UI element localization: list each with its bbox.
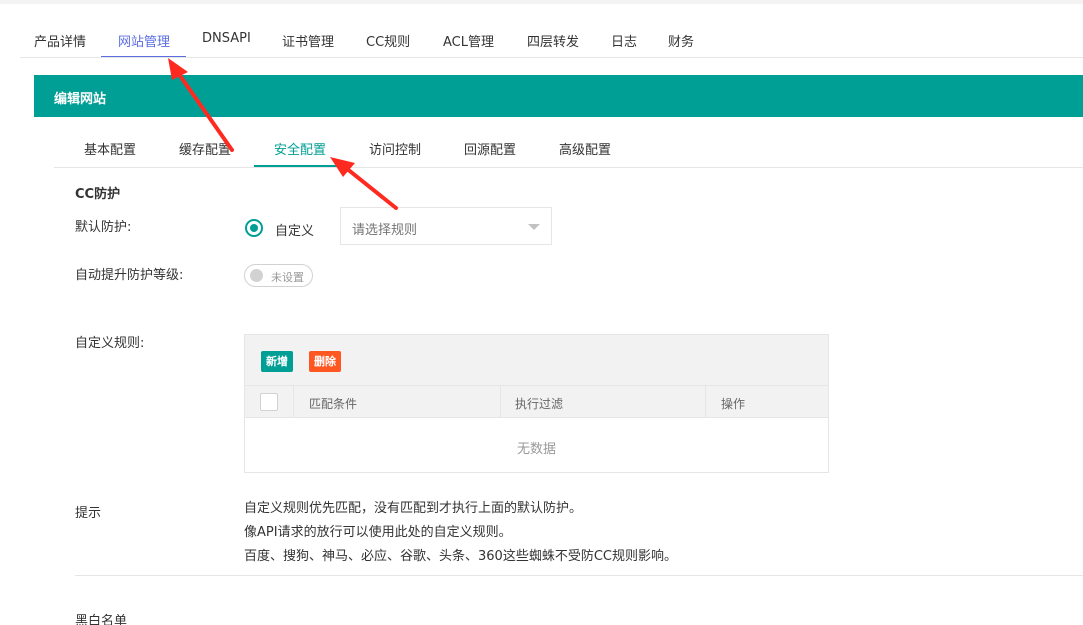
select-all-checkbox[interactable] — [260, 393, 278, 411]
card-header: 编辑网站 — [34, 75, 1083, 117]
tip-line: 百度、搜狗、神马、必应、谷歌、头条、360这些蜘蛛不受防CC规则影响。 — [244, 549, 677, 564]
tip-line: 像API请求的放行可以使用此处的自定义规则。 — [244, 525, 512, 540]
top-tab-cc-rules[interactable]: CC规则 — [366, 31, 410, 50]
column-header-actions: 操作 — [721, 397, 746, 411]
top-tab-dnsapi[interactable]: DNSAPI — [202, 31, 251, 46]
add-rule-button[interactable]: 新增 — [261, 351, 293, 372]
custom-rules-label: 自定义规则: — [75, 336, 145, 351]
rule-select[interactable]: 请选择规则 — [340, 207, 552, 245]
switch-knob — [250, 269, 263, 282]
tips-label: 提示 — [75, 506, 102, 521]
sub-tab-access-control[interactable]: 访问控制 — [369, 139, 421, 158]
top-strip — [0, 0, 1083, 4]
top-tab-certificates[interactable]: 证书管理 — [282, 31, 334, 50]
blackwhite-section-title: 黑白名单 — [75, 614, 128, 625]
top-tab-acl[interactable]: ACL管理 — [443, 31, 494, 50]
column-divider — [705, 386, 706, 417]
table-empty-text: 无数据 — [516, 442, 556, 457]
column-header-filter: 执行过滤 — [515, 397, 564, 411]
top-nav-divider — [20, 57, 1083, 58]
sub-tab-cache[interactable]: 缓存配置 — [179, 139, 231, 158]
top-tab-product-details[interactable]: 产品详情 — [34, 31, 86, 50]
auto-level-label: 自动提升防护等级: — [75, 268, 184, 283]
column-header-match: 匹配条件 — [309, 397, 358, 411]
custom-radio-label[interactable]: 自定义 — [275, 220, 314, 239]
default-protection-label: 默认防护: — [75, 220, 132, 235]
custom-rules-table: 新增 删除 匹配条件 执行过滤 操作 无数据 — [244, 334, 829, 473]
top-tab-finance[interactable]: 财务 — [668, 31, 694, 50]
sub-tab-advanced[interactable]: 高级配置 — [559, 139, 611, 158]
cc-section-title: CC防护 — [75, 187, 121, 202]
tip-line: 自定义规则优先匹配，没有匹配到才执行上面的默认防护。 — [244, 501, 583, 516]
top-tab-logs[interactable]: 日志 — [611, 31, 637, 50]
sub-tab-security[interactable]: 安全配置 — [274, 139, 326, 158]
chevron-down-icon — [528, 224, 540, 230]
section-divider — [75, 575, 1083, 576]
table-toolbar: 新增 删除 — [245, 335, 828, 386]
switch-state-text: 未设置 — [271, 271, 304, 284]
radio-checked-dot — [250, 224, 258, 232]
sub-nav: 基本配置 缓存配置 安全配置 访问控制 回源配置 高级配置 — [54, 127, 1083, 168]
column-divider — [293, 386, 294, 417]
sub-nav-divider — [54, 167, 1083, 168]
rule-select-placeholder: 请选择规则 — [352, 223, 418, 238]
table-header: 匹配条件 执行过滤 操作 — [245, 386, 828, 418]
sub-tab-origin[interactable]: 回源配置 — [464, 139, 516, 158]
card-title: 编辑网站 — [54, 92, 107, 107]
custom-radio[interactable] — [245, 219, 263, 237]
sub-tab-basic[interactable]: 基本配置 — [84, 139, 136, 158]
auto-level-switch[interactable]: 未设置 — [244, 264, 313, 287]
delete-rule-button[interactable]: 删除 — [309, 351, 341, 372]
column-divider — [500, 386, 501, 417]
top-tab-site-management[interactable]: 网站管理 — [118, 31, 170, 50]
top-tab-l4-forwarding[interactable]: 四层转发 — [527, 31, 579, 50]
top-nav: 产品详情 网站管理 DNSAPI 证书管理 CC规则 ACL管理 四层转发 日志… — [0, 22, 1083, 58]
